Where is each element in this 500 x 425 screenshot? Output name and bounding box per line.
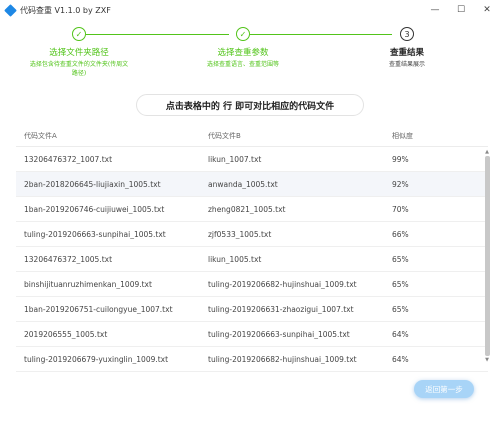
cell-file-a: 2ban-2018206645-liujiaxin_1005.txt <box>24 179 161 189</box>
step-1-desc-line: 路径) <box>71 70 87 77</box>
back-to-step-one-button[interactable]: 返回第一步 <box>414 380 474 398</box>
cell-similarity: 65% <box>392 279 409 289</box>
cell-file-b: anwanda_1005.txt <box>208 179 278 189</box>
table-row[interactable]: 2ban-2018206645-liujiaxin_1005.txt anwan… <box>16 172 488 197</box>
cell-similarity: 65% <box>392 304 409 314</box>
app-logo-icon <box>4 3 17 17</box>
cell-file-b: likun_1007.txt <box>208 154 262 164</box>
scroll-thumb[interactable] <box>484 156 490 356</box>
maximize-button[interactable]: ☐ <box>448 0 474 20</box>
step-connector <box>86 34 229 35</box>
table-row[interactable]: tuling-2019206679-yuxinglin_1009.txt tul… <box>16 347 488 372</box>
cell-file-a: tuling-2019206679-yuxinglin_1009.txt <box>24 354 169 364</box>
cell-similarity: 70% <box>392 204 409 214</box>
cell-similarity: 66% <box>392 229 409 239</box>
header-file-b: 代码文件B <box>208 132 241 140</box>
cell-similarity: 64% <box>392 354 409 364</box>
cell-file-a: 13206476372_1005.txt <box>24 254 113 264</box>
header-file-a: 代码文件A <box>24 132 57 140</box>
vertical-scrollbar[interactable]: ▲ ▼ <box>484 148 490 378</box>
minimize-button[interactable]: — <box>422 0 448 20</box>
step-1-desc-line: 选择包含待查重文件的文件夹(传周文 <box>29 61 129 68</box>
close-button[interactable]: ✕ <box>474 0 500 20</box>
cell-file-b: tuling-2019206682-hujinshuai_1009.txt <box>208 354 357 364</box>
table-row[interactable]: tuling-2019206663-sunpihai_1005.txt zjf0… <box>16 222 488 247</box>
title-bar: 代码查重 V1.1.0 by ZXF — ☐ ✕ <box>0 0 500 20</box>
steps-progress: ✓ 选择文件夹路径 选择包含待查重文件的文件夹(传周文 路径) ✓ 选择查重参数… <box>0 22 500 82</box>
hint-banner: 点击表格中的 行 即可对比相应的代码文件 <box>136 94 364 116</box>
cell-file-a: 2019206555_1005.txt <box>24 329 108 339</box>
cell-file-a: 1ban-2019206746-cuijiuwei_1005.txt <box>24 204 165 214</box>
cell-similarity: 65% <box>392 254 409 264</box>
table-row[interactable]: 13206476372_1007.txt likun_1007.txt 99% <box>16 147 488 172</box>
step-1-check-icon: ✓ <box>72 27 86 41</box>
cell-file-a: 13206476372_1007.txt <box>24 154 113 164</box>
step-3-title: 查重结果 <box>389 48 424 58</box>
step-2-title: 选择查重参数 <box>217 48 269 58</box>
table-header: 代码文件A 代码文件B 相似度 <box>16 126 488 147</box>
results-table: 代码文件A 代码文件B 相似度 13206476372_1007.txt lik… <box>16 126 488 379</box>
cell-file-b: zjf0533_1005.txt <box>208 229 272 239</box>
table-row[interactable]: 13206476372_1005.txt likun_1005.txt 65% <box>16 247 488 272</box>
cell-file-b: tuling-2019206682-hujinshuai_1009.txt <box>208 279 357 289</box>
step-3-desc: 查重结果展示 <box>388 61 425 68</box>
cell-file-a: 1ban-2019206751-cuilongyue_1007.txt <box>24 304 173 314</box>
step-2-check-icon: ✓ <box>236 27 250 41</box>
cell-similarity: 92% <box>392 179 409 189</box>
cell-file-b: tuling-2019206663-sunpihai_1005.txt <box>208 329 350 339</box>
cell-file-b: tuling-2019206631-zhaozigui_1007.txt <box>208 304 354 314</box>
step-1-title: 选择文件夹路径 <box>49 48 109 58</box>
cell-similarity: 99% <box>392 154 409 164</box>
scroll-up-icon[interactable]: ▲ <box>484 148 490 156</box>
cell-file-b: likun_1005.txt <box>208 254 262 264</box>
table-row[interactable]: binshijituanruzhimenkan_1009.txt tuling-… <box>16 272 488 297</box>
step-2-desc: 选择查重语言、查重范围等 <box>206 61 279 68</box>
cell-file-a: binshijituanruzhimenkan_1009.txt <box>24 279 152 289</box>
scroll-down-icon[interactable]: ▼ <box>484 356 490 364</box>
cell-file-b: zheng0821_1005.txt <box>208 204 286 214</box>
cell-similarity: 64% <box>392 329 409 339</box>
window-title: 代码查重 V1.1.0 by ZXF <box>20 5 111 15</box>
table-row[interactable]: 1ban-2019206751-cuilongyue_1007.txt tuli… <box>16 297 488 322</box>
header-similarity: 相似度 <box>392 132 413 140</box>
table-row[interactable]: 2019206555_1005.txt tuling-2019206663-su… <box>16 322 488 347</box>
step-1-desc: 选择包含待查重文件的文件夹(传周文 路径) <box>24 60 134 78</box>
table-row[interactable]: 1ban-2019206746-cuijiuwei_1005.txt zheng… <box>16 197 488 222</box>
step-connector <box>250 34 392 35</box>
cell-file-a: tuling-2019206663-sunpihai_1005.txt <box>24 229 166 239</box>
window-controls: — ☐ ✕ <box>422 0 500 20</box>
step-3-number-icon: 3 <box>400 27 414 41</box>
